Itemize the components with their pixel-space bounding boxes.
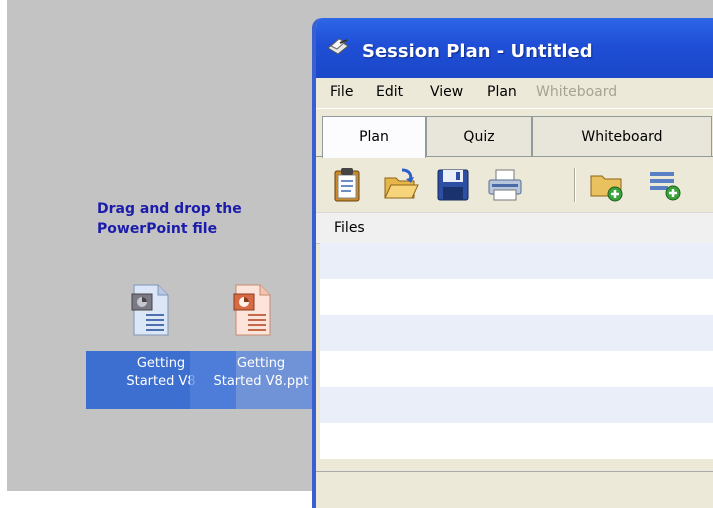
menu-whiteboard[interactable]: Whiteboard — [536, 84, 617, 100]
printer-icon[interactable] — [486, 166, 524, 204]
file-label-front[interactable]: Getting Started V8.ppt — [190, 351, 332, 409]
tab-whiteboard[interactable]: Whiteboard — [532, 116, 712, 156]
list-row — [320, 315, 713, 351]
save-disk-icon[interactable] — [434, 166, 472, 204]
app-logo-icon — [327, 38, 349, 55]
list-row — [320, 279, 713, 315]
tab-quiz[interactable]: Quiz — [426, 116, 532, 156]
list-row — [320, 243, 713, 279]
list-row — [320, 351, 713, 387]
files-list[interactable] — [320, 243, 713, 503]
drag-drop-hint: Drag and drop the PowerPoint file — [97, 201, 242, 237]
list-row — [320, 387, 713, 423]
window-title: Session Plan - Untitled — [362, 41, 593, 62]
powerpoint-file-icon[interactable] — [232, 284, 272, 336]
menu-file[interactable]: File — [330, 84, 353, 100]
tab-plan[interactable]: Plan — [322, 116, 426, 158]
menu-edit[interactable]: Edit — [376, 84, 403, 100]
menu-plan[interactable]: Plan — [487, 84, 517, 100]
list-scroll-area[interactable] — [316, 471, 713, 508]
session-plan-window: Session Plan - Untitled File Edit View P… — [312, 18, 713, 508]
toolbar — [316, 158, 713, 212]
clipboard-icon[interactable] — [328, 166, 366, 204]
title-bar[interactable]: Session Plan - Untitled — [316, 18, 713, 78]
open-folder-icon[interactable] — [382, 166, 420, 204]
tab-bar: Plan Quiz Whiteboard — [316, 111, 713, 158]
powerpoint-file-icon[interactable] — [130, 284, 170, 336]
files-header-label: Files — [334, 220, 365, 236]
list-row — [320, 423, 713, 459]
toolbar-separator — [574, 168, 576, 202]
new-folder-icon[interactable] — [588, 166, 626, 204]
menu-view[interactable]: View — [430, 84, 463, 100]
menu-bar: File Edit View Plan Whiteboard — [316, 78, 713, 109]
add-list-icon[interactable] — [646, 166, 684, 204]
files-column-header[interactable]: Files — [316, 212, 713, 244]
